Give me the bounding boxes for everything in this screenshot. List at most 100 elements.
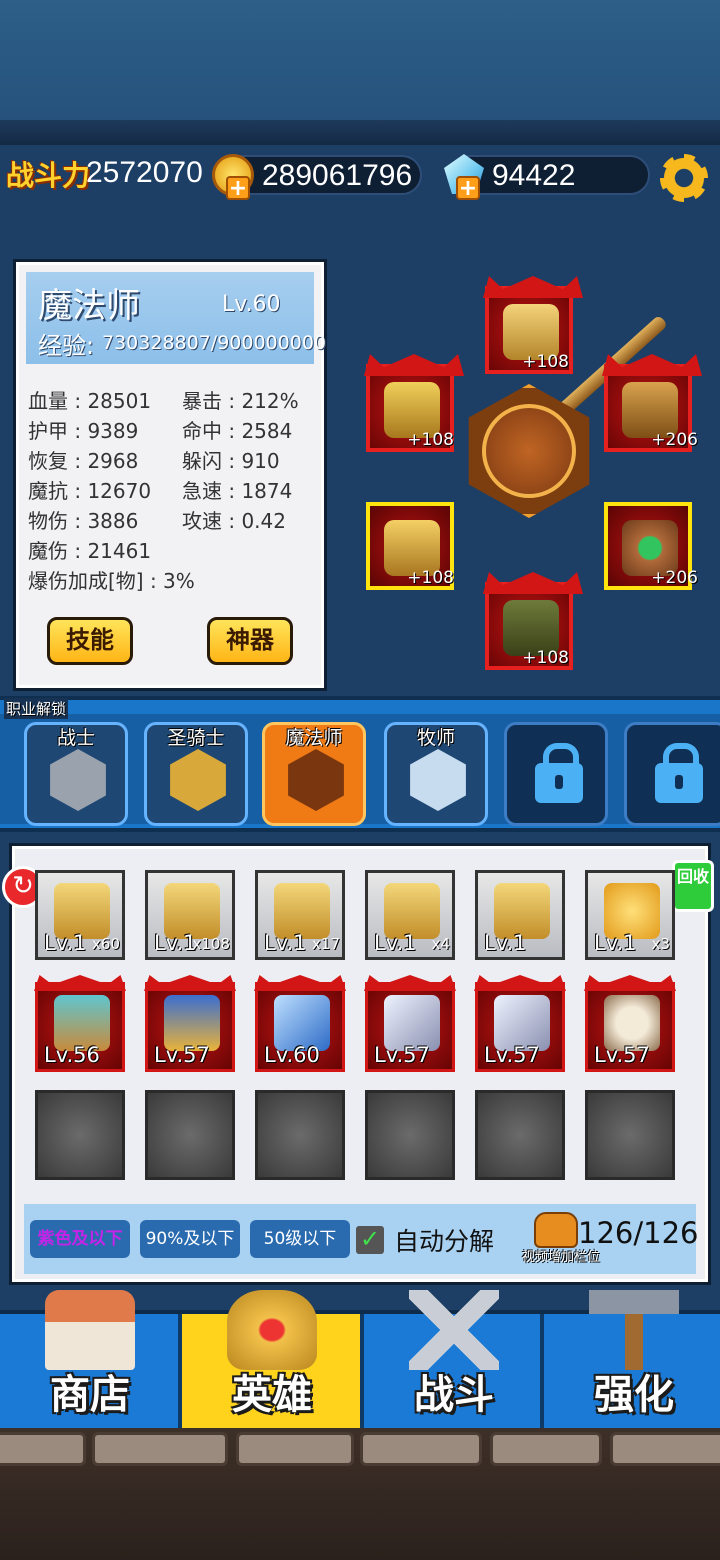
boots-enhance: +108 [522,648,569,668]
gem-value: 94422 [492,159,576,192]
item-level: Lv.1 [264,931,307,955]
empty-slot[interactable] [365,1090,455,1180]
empty-slot[interactable] [585,1090,675,1180]
mage-emblem-icon [288,749,344,811]
amulet-slot[interactable]: +108 [366,502,454,590]
inventory-item[interactable]: Lv.57 [584,975,676,1072]
helmet-slot[interactable]: +108 [483,276,583,374]
stat-magic-damage: 魔伤 : 21461 [28,539,152,563]
stat-physical-damage: 物伤 : 3886 [28,509,139,533]
gear-icon[interactable] [660,154,708,202]
class-tab-priest[interactable]: 牧师 [384,722,488,826]
shop-icon [45,1290,135,1370]
empty-slot[interactable] [475,1090,565,1180]
auto-decompose-label: 自动分解 [394,1227,495,1256]
item-level: Lv.1 [154,931,197,955]
inventory-item[interactable]: Lv.1 [475,870,565,960]
hero-header: 魔法师 Lv.60 经验: 730328807/900000000 [26,272,326,364]
item-level: Lv.56 [44,1043,100,1067]
inventory-item[interactable]: Lv.1 x17 [255,870,345,960]
nav-hero[interactable]: 英雄 [182,1290,362,1428]
nav-battle[interactable]: 战斗 [364,1290,544,1428]
artifact-button[interactable]: 神器 [207,617,293,665]
power-value: 2572070 [86,156,203,189]
brick [360,1432,482,1466]
power-label: 战斗力 [6,159,91,192]
accessory-slot[interactable]: +206 [602,354,702,452]
class-unlock-label: 职业解锁 [4,698,69,719]
exp-label: 经验: [38,332,95,360]
item-level: Lv.57 [374,1043,430,1067]
class-tab-locked-1[interactable] [504,722,608,826]
gold-plus-icon[interactable]: + [226,176,250,200]
class-bar: 战士 圣骑士 魔法师 牧师 [0,696,720,832]
class-tab-label: 圣骑士 [167,727,225,749]
bag-icon[interactable] [534,1212,578,1248]
boots-slot[interactable]: +108 [483,572,583,670]
filter-quality-button[interactable]: 90%及以下 [140,1220,240,1258]
ring-slot[interactable]: +206 [604,502,698,590]
item-quantity: x17 [312,935,340,953]
skill-button[interactable]: 技能 [47,617,133,665]
stat-dodge: 躲闪 : 910 [182,449,280,473]
nav-shop[interactable]: 商店 [0,1290,180,1428]
inventory-item[interactable]: Lv.60 [254,975,346,1072]
exp-value: 730328807/900000000 [102,332,326,354]
nav-label: 英雄 [232,1372,312,1418]
brick [92,1432,228,1466]
hammer-icon [589,1290,679,1370]
warrior-emblem-icon [50,749,106,811]
nav-enhance[interactable]: 强化 [544,1290,720,1428]
accessory-enhance: +206 [651,430,698,450]
inventory-item[interactable]: Lv.1 x60 [35,870,125,960]
filter-purple-button[interactable]: 紫色及以下 [30,1220,130,1258]
amulet-enhance: +108 [407,568,454,588]
hero-stats: 血量 : 28501 护甲 : 9389 恢复 : 2968 魔抗 : 1267… [26,381,316,597]
recycle-button[interactable]: 回收 [672,860,714,912]
lock-icon [655,743,703,803]
video-add-slot-label[interactable]: 视频增加栏位 [522,1246,600,1265]
inventory-item[interactable]: Lv.57 [144,975,236,1072]
item-level: Lv.1 [484,931,527,955]
bottom-nav: 商店 英雄 战斗 强化 [0,1290,720,1428]
armor-enhance: +108 [407,430,454,450]
inventory-item[interactable]: Lv.57 [474,975,566,1072]
stat-haste: 急速 : 1874 [182,479,293,503]
filter-level-button[interactable]: 50级以下 [250,1220,350,1258]
ring-enhance: +206 [651,568,698,588]
crossed-swords-icon [409,1290,499,1370]
item-quantity: x108 [192,935,230,953]
auto-decompose-checkbox[interactable]: ✓ [356,1226,384,1254]
inventory-item[interactable]: Lv.1 x108 [145,870,235,960]
nav-label: 商店 [50,1372,130,1418]
inventory-item[interactable]: Lv.57 [364,975,456,1072]
brick [490,1432,602,1466]
hero-name: 魔法师 [38,286,140,326]
stat-attack-speed: 攻速 : 0.42 [182,509,286,533]
inventory-item[interactable]: Lv.1 x3 [585,870,675,960]
class-tab-locked-2[interactable] [624,722,720,826]
stat-armor: 护甲 : 9389 [28,419,139,443]
empty-slot[interactable] [255,1090,345,1180]
stat-hp: 血量 : 28501 [28,389,152,413]
stat-crit: 暴击 : 212% [182,389,299,413]
inventory-item[interactable]: Lv.1 x4 [365,870,455,960]
item-level: Lv.57 [484,1043,540,1067]
nav-label: 强化 [594,1372,674,1418]
class-tab-mage[interactable]: 魔法师 [262,722,366,826]
empty-slot[interactable] [35,1090,125,1180]
item-level: Lv.57 [594,1043,650,1067]
class-tab-warrior[interactable]: 战士 [24,722,128,826]
empty-slot[interactable] [145,1090,235,1180]
inventory-capacity: 126/126 [578,1216,699,1250]
paladin-emblem-icon [170,749,226,811]
priest-emblem-icon [410,749,466,811]
stat-crit-damage-bonus: 爆伤加成[物] : 3% [28,569,195,593]
inventory-item[interactable]: Lv.56 [34,975,126,1072]
gold-value: 289061796 [262,159,413,192]
item-quantity: x60 [92,935,120,953]
gem-plus-icon[interactable]: + [456,176,480,200]
class-tab-paladin[interactable]: 圣骑士 [144,722,248,826]
item-level: Lv.1 [594,931,637,955]
armor-slot[interactable]: +108 [364,354,464,452]
